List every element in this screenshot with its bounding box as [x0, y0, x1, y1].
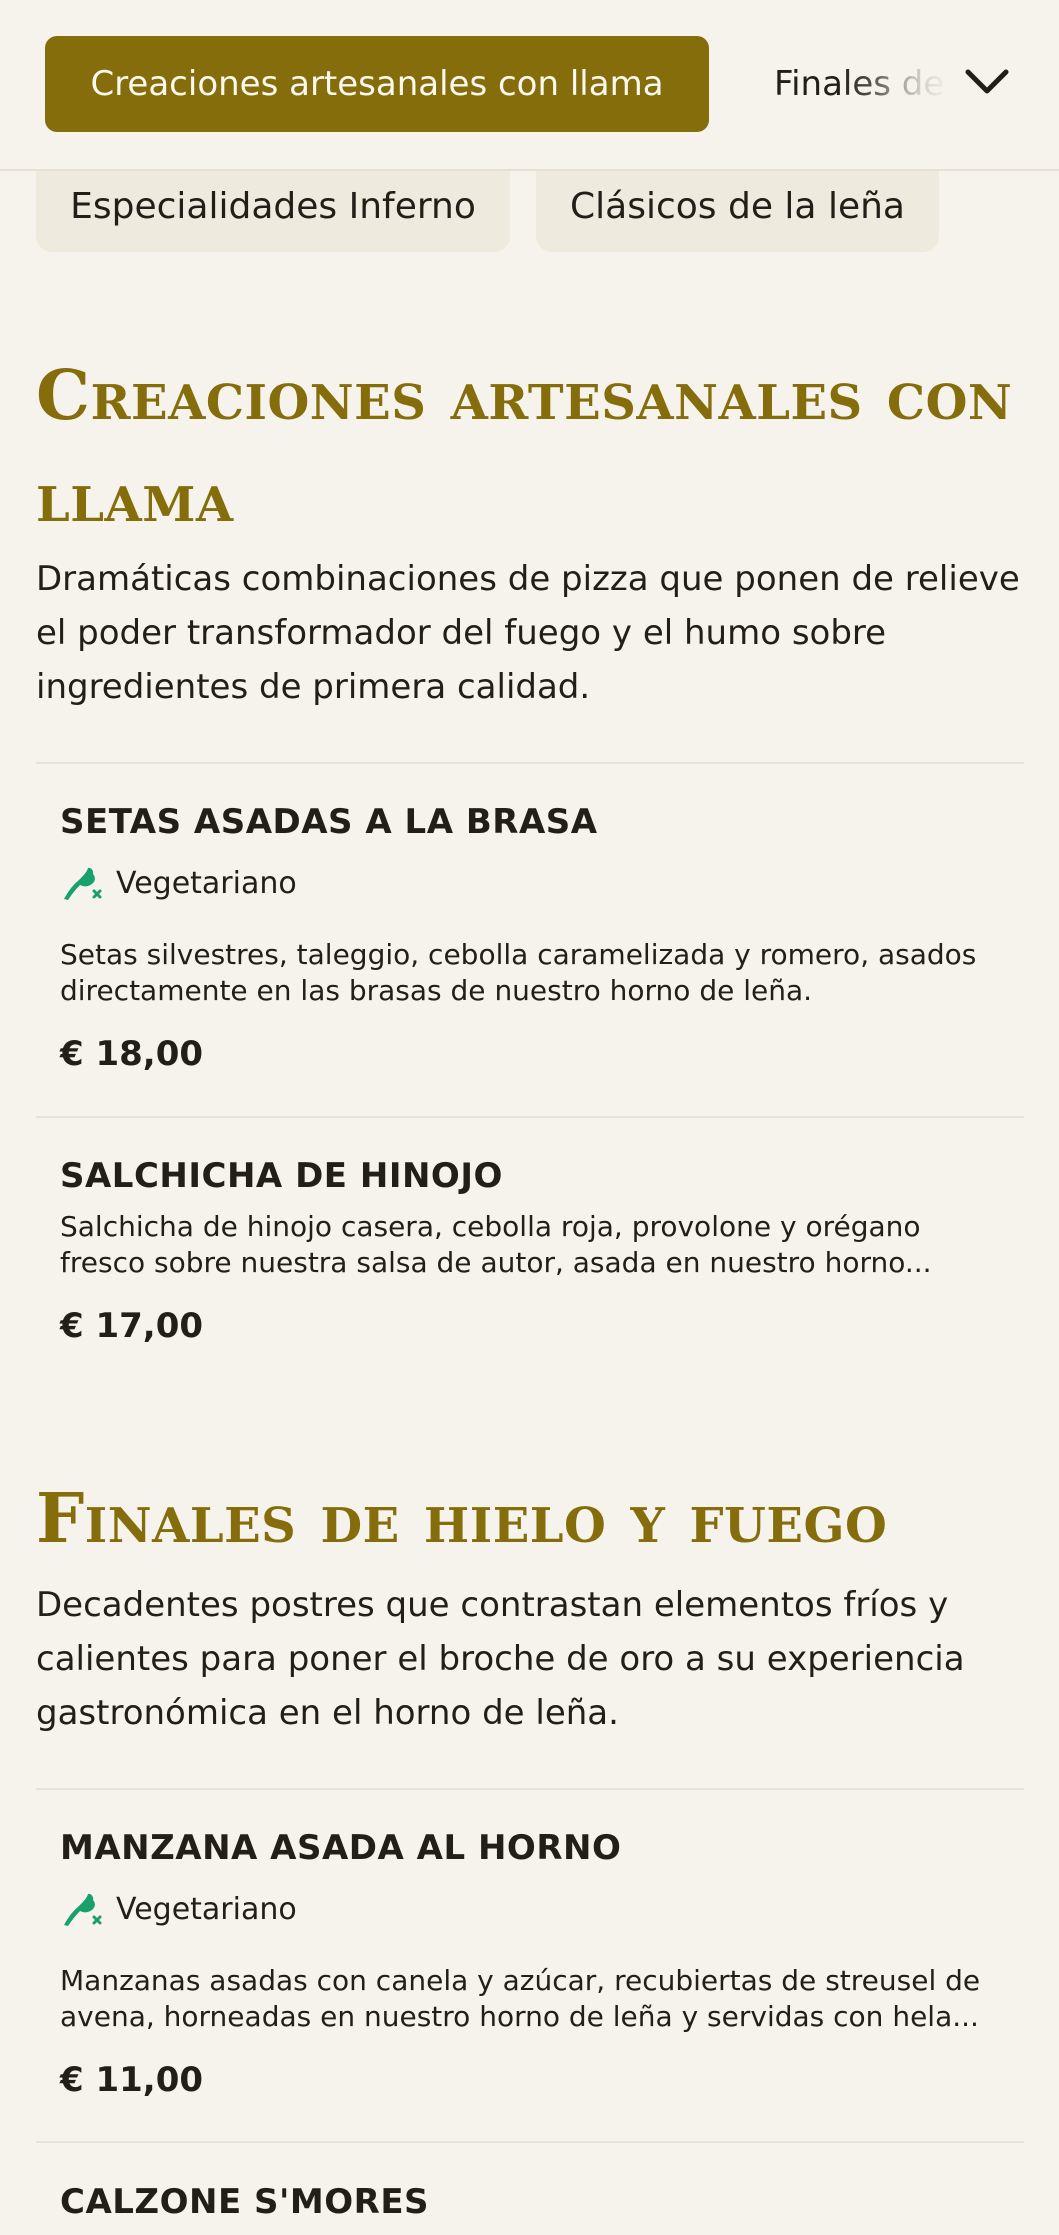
- item-description: Salchicha de hinojo casera, cebolla roja…: [60, 1210, 932, 1279]
- divider: [36, 762, 1024, 764]
- item-name: SETAS ASADAS A LA BRASA: [60, 802, 598, 842]
- item-name: MANZANA ASADA AL HORNO: [60, 1828, 622, 1868]
- vegetarian-badge: Vegetariano: [60, 862, 297, 904]
- tab-clasicos-lena[interactable]: Clásicos de la leña: [536, 160, 939, 252]
- item-description: Setas silvestres, taleggio, cebolla cara…: [60, 938, 977, 1007]
- badge-label: Vegetariano: [116, 865, 297, 901]
- item-price: € 11,00: [60, 2060, 204, 2100]
- badge-label: Vegetariano: [116, 1891, 297, 1927]
- vegetarian-badge: Vegetariano: [60, 1888, 297, 1930]
- chevron-down-icon: [965, 69, 1009, 94]
- divider: [36, 1116, 1024, 1118]
- category-nav: Creaciones artesanales con llama Finales…: [0, 0, 1059, 171]
- tab-finales-hielo-fuego[interactable]: Finales de hielo y fuego: [774, 48, 954, 120]
- section-title: Finales de hielo y fuego: [36, 1479, 888, 1559]
- category-dropdown-button[interactable]: [955, 50, 1019, 114]
- section-title: Creaciones artesanales con llama: [36, 356, 1013, 538]
- item-price: € 18,00: [60, 1034, 204, 1074]
- item-name: CALZONE S'MORES: [60, 2182, 430, 2222]
- divider: [36, 2141, 1024, 2143]
- item-description: Manzanas asadas con canela y azúcar, rec…: [60, 1964, 981, 2033]
- section-description: Decadentes postres que contrastan elemen…: [36, 1585, 965, 1733]
- section-description: Dramáticas combinaciones de pizza que po…: [36, 559, 1020, 707]
- item-price: € 17,00: [60, 1306, 204, 1346]
- tab-creaciones-artesanales[interactable]: Creaciones artesanales con llama: [45, 36, 709, 132]
- item-name: SALCHICHA DE HINOJO: [60, 1156, 503, 1196]
- leaf-icon: [64, 1893, 102, 1926]
- divider: [36, 1788, 1024, 1790]
- leaf-icon: [64, 867, 102, 900]
- tab-especialidades-inferno[interactable]: Especialidades Inferno: [36, 160, 510, 252]
